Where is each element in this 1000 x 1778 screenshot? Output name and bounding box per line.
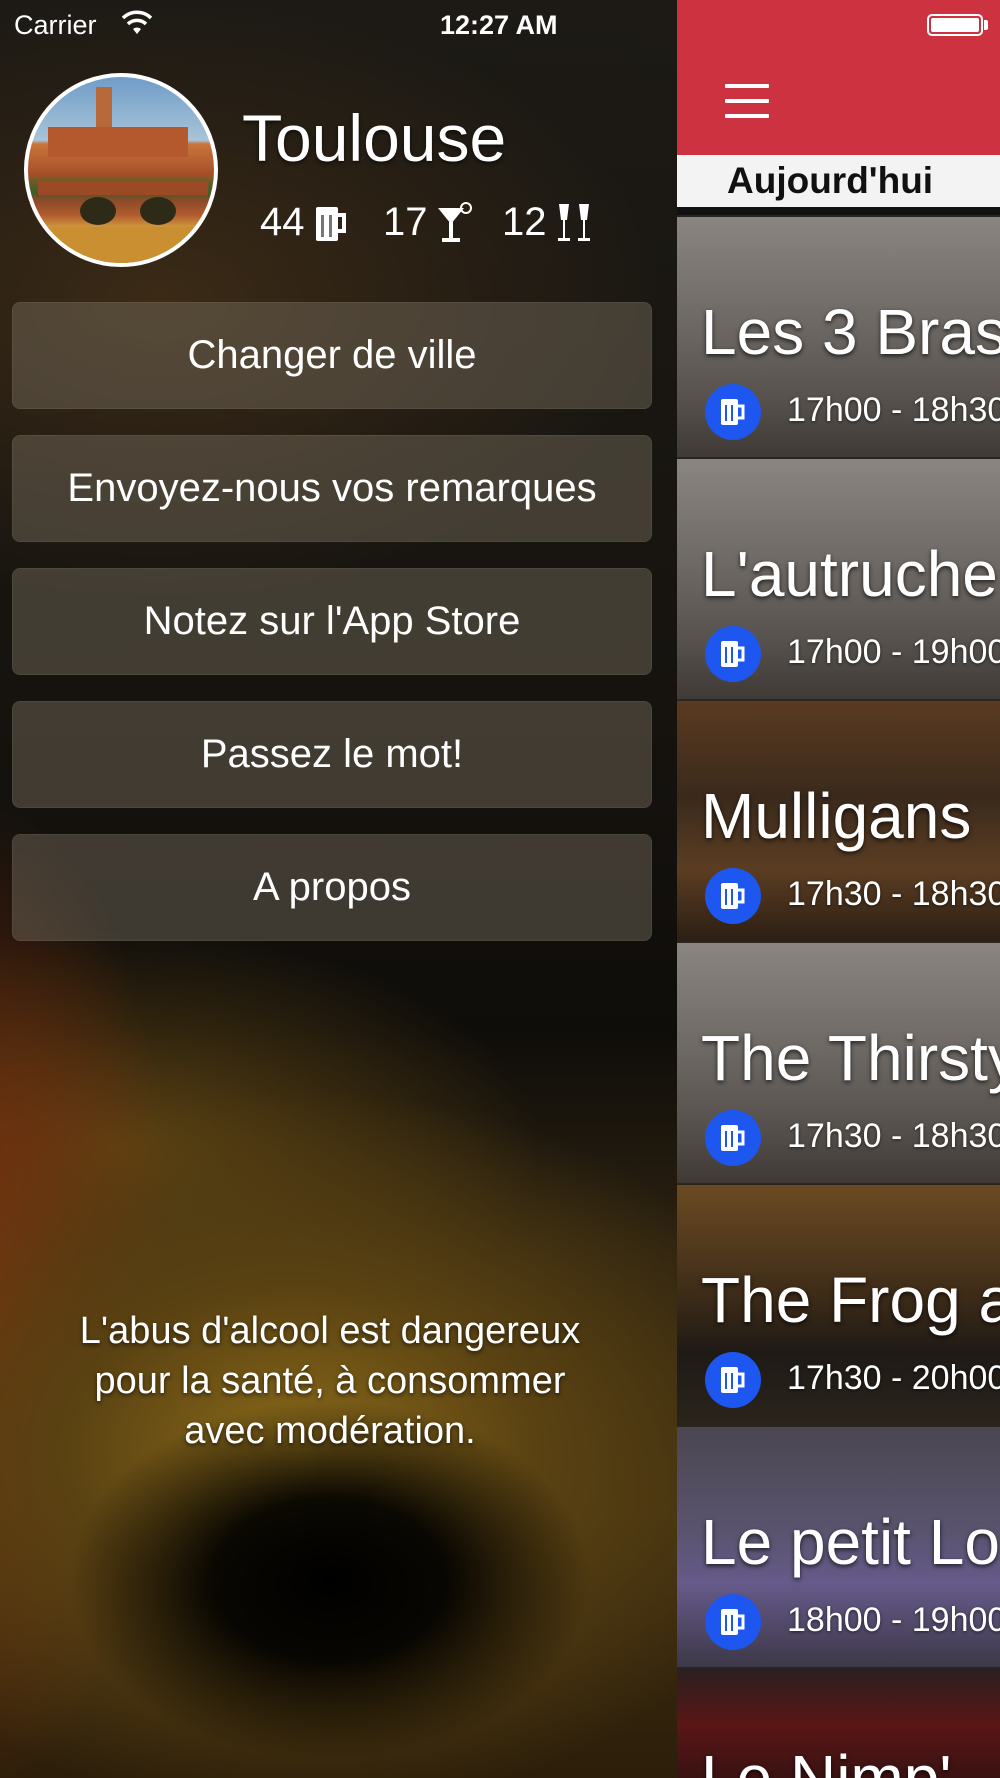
- venue-name: The Frog and: [701, 1264, 1000, 1336]
- venue-name: L'autruche: [701, 538, 998, 610]
- beer-badge-icon: [705, 1352, 761, 1408]
- beer-badge-icon: [705, 1110, 761, 1166]
- beer-badge-icon: [705, 868, 761, 924]
- venue-hours: 17h00 - 19h00: [787, 633, 1000, 671]
- battery-tip: [984, 20, 988, 30]
- venue-row[interactable]: Les 3 Brasseurs 17h00 - 18h30: [677, 215, 1000, 457]
- venue-hours: 17h30 - 20h00: [787, 1359, 1000, 1397]
- venue-hours: 17h30 - 18h30: [787, 1117, 1000, 1155]
- rate-app-button[interactable]: Notez sur l'App Store: [12, 568, 652, 675]
- venue-row[interactable]: The Thirsty 17h30 - 18h30: [677, 941, 1000, 1183]
- about-button[interactable]: A propos: [12, 834, 652, 941]
- venue-row[interactable]: The Frog and 17h30 - 20h00: [677, 1183, 1000, 1425]
- venue-hours: 18h00 - 19h00: [787, 1601, 1000, 1639]
- side-drawer: Carrier 12:27 AM Toulouse 44 17 12 Chang…: [0, 0, 677, 1778]
- warning-line: avec modération.: [184, 1410, 476, 1452]
- venue-name: Le Nimp': [701, 1742, 952, 1778]
- venue-name: Mulligans: [701, 780, 972, 852]
- clock-label: 12:27 AM: [440, 9, 558, 40]
- main-panel: Aujourd'hui Les 3 Brasseurs 17h00 - 18h3…: [677, 0, 1000, 1778]
- cocktail-count: 17: [383, 200, 472, 245]
- beer-mug-icon: [315, 206, 346, 241]
- carrier-label: Carrier: [14, 9, 97, 40]
- venue-name: Le petit Lo: [701, 1506, 1000, 1578]
- beer-count: 44: [260, 200, 349, 245]
- city-photo-icon: [28, 87, 214, 263]
- beer-badge-icon: [705, 384, 761, 440]
- send-feedback-button[interactable]: Envoyez-nous vos remarques: [12, 435, 652, 542]
- venue-row[interactable]: Le Nimp': [677, 1667, 1000, 1778]
- venue-row[interactable]: Mulligans 17h30 - 18h30: [677, 699, 1000, 941]
- city-avatar[interactable]: [24, 73, 218, 267]
- nav-bar: [677, 0, 1000, 155]
- beer-badge-icon: [705, 1594, 761, 1650]
- champagne-glasses-icon: [557, 203, 590, 241]
- venue-name: Les 3 Brasseurs: [701, 296, 1000, 368]
- share-button[interactable]: Passez le mot!: [12, 701, 652, 808]
- champagne-count: 12: [502, 200, 595, 245]
- beer-count-value: 44: [260, 200, 305, 244]
- section-header: Aujourd'hui: [677, 155, 1000, 207]
- warning-line: L'abus d'alcool est dangereux: [79, 1310, 581, 1352]
- cocktail-icon: [437, 201, 472, 242]
- menu-icon[interactable]: [725, 84, 769, 118]
- venue-hours: 17h00 - 18h30: [787, 391, 1000, 429]
- venue-name: The Thirsty: [701, 1022, 1000, 1094]
- venue-row[interactable]: L'autruche 17h00 - 19h00: [677, 457, 1000, 699]
- venue-hours: 17h30 - 18h30: [787, 875, 1000, 913]
- beer-badge-icon: [705, 626, 761, 682]
- alcohol-warning: L'abus d'alcool est dangereux pour la sa…: [10, 1306, 650, 1456]
- battery-icon: [927, 14, 983, 36]
- cocktail-count-value: 17: [383, 200, 428, 244]
- wifi-icon: [122, 10, 152, 34]
- city-name: Toulouse: [242, 101, 507, 175]
- change-city-button[interactable]: Changer de ville: [12, 302, 652, 409]
- champagne-count-value: 12: [502, 200, 547, 244]
- venue-row[interactable]: Le petit Lo 18h00 - 19h00: [677, 1425, 1000, 1667]
- warning-line: pour la santé, à consommer: [94, 1360, 566, 1402]
